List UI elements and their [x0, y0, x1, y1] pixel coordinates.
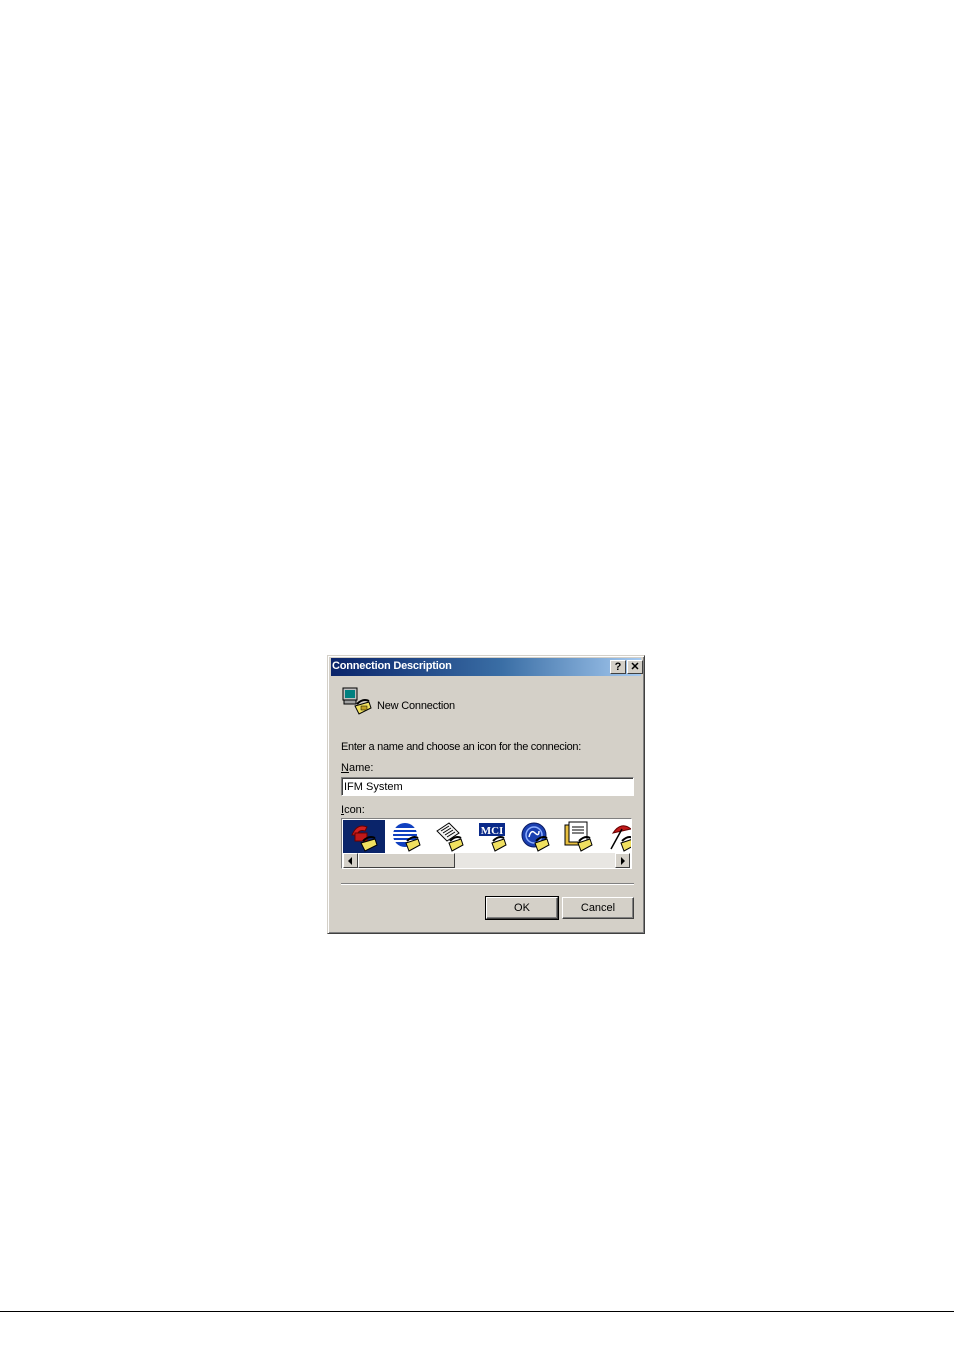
connection-description-dialog: Connection Description ? ✕ New Connectio… — [327, 655, 645, 934]
documents-icon[interactable] — [558, 820, 600, 854]
page-bottom-rule — [0, 1311, 954, 1312]
dialog-title: Connection Description — [332, 660, 452, 672]
phone-computer-icon — [341, 686, 373, 718]
arrow-left-icon — [348, 857, 352, 865]
mci-logo-icon[interactable]: MCI — [472, 820, 514, 854]
separator — [341, 883, 634, 885]
scroll-thumb[interactable] — [358, 853, 455, 868]
mci-logo-text: MCI — [481, 825, 504, 837]
close-button[interactable]: ✕ — [627, 660, 643, 674]
icon-label: Icon: — [341, 804, 365, 816]
new-connection-label: New Connection — [377, 700, 455, 712]
scroll-left-button[interactable] — [343, 853, 358, 868]
globe-stripes-icon[interactable] — [386, 820, 428, 854]
cancel-button[interactable]: Cancel — [562, 897, 634, 919]
icon-list[interactable]: MCI — [341, 818, 632, 869]
name-label: Name: — [341, 762, 374, 774]
help-button[interactable]: ? — [610, 660, 626, 674]
instruction-text: Enter a name and choose an icon for the … — [341, 741, 582, 753]
horizontal-scrollbar[interactable] — [343, 853, 630, 868]
umbrella-icon[interactable] — [601, 820, 631, 854]
arrow-right-icon — [621, 857, 625, 865]
ok-button[interactable]: OK — [485, 896, 559, 920]
title-bar[interactable]: Connection Description ? ✕ — [331, 658, 643, 676]
ge-globe-icon[interactable] — [515, 820, 557, 854]
scroll-right-button[interactable] — [615, 853, 630, 868]
red-telephone-icon[interactable] — [343, 820, 385, 854]
newspaper-icon[interactable] — [429, 820, 471, 854]
name-input[interactable] — [341, 777, 634, 796]
